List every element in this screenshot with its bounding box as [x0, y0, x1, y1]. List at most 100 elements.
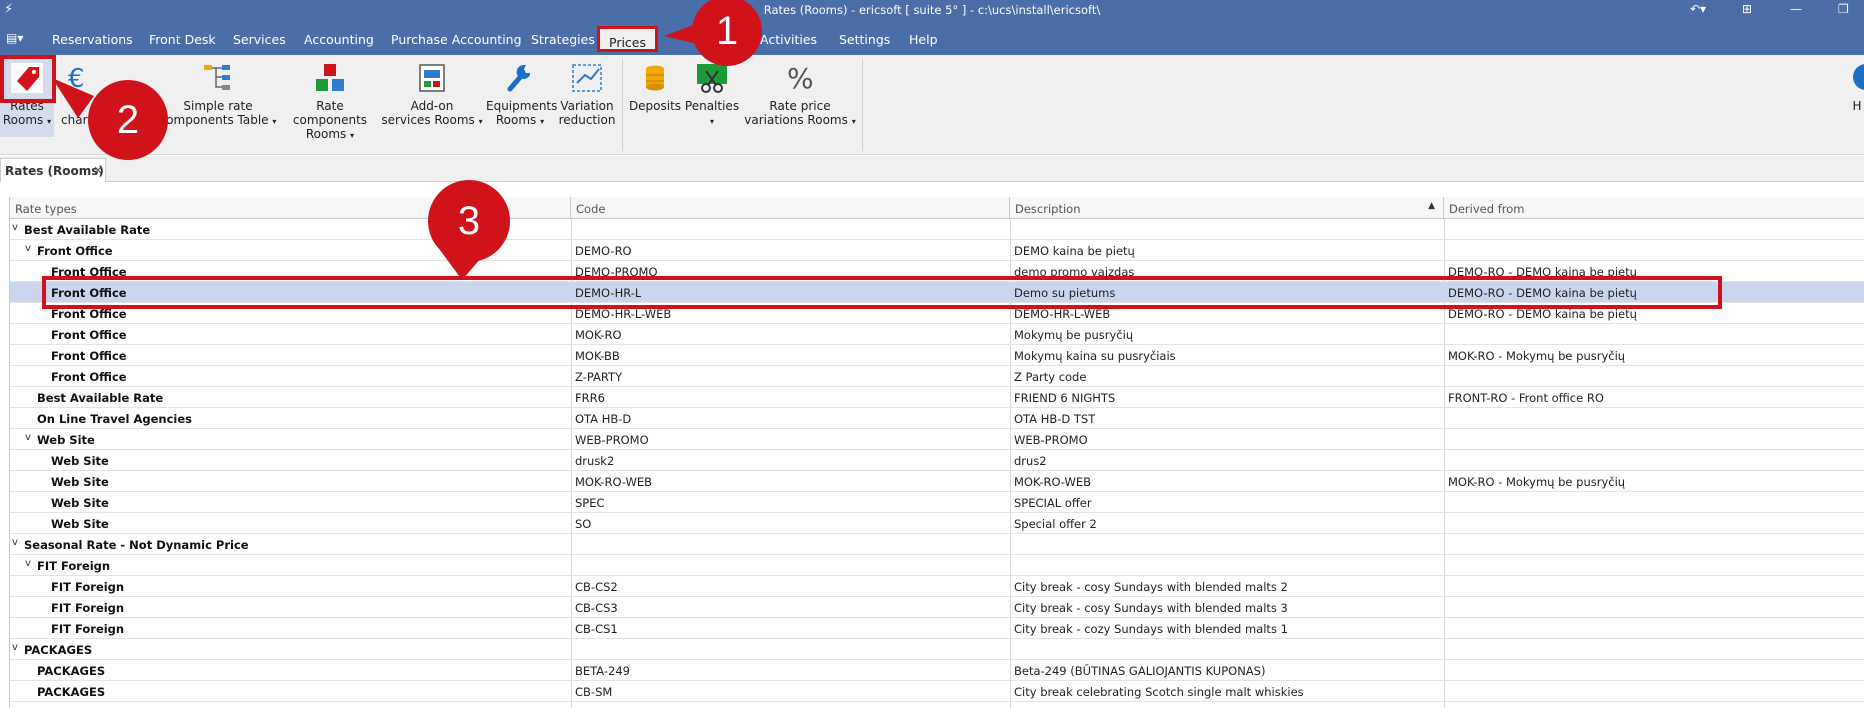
column-header-code[interactable]: Code	[571, 197, 1010, 219]
close-tab-icon[interactable]: ×	[93, 163, 103, 177]
table-row[interactable]: v Front Office DEMO-RO DEMO kaina be pietų	[10, 240, 1864, 261]
menu-strategies[interactable]: Strategies	[531, 32, 595, 47]
table-row[interactable]: Front Office MOK-RO Mokymų be pusryčių	[10, 324, 1864, 345]
menu-settings[interactable]: Settings	[839, 32, 890, 47]
rates-grid: Rate types Code Description ▲ Derived fr…	[9, 197, 1864, 708]
cell-rate-type: Web Site	[51, 517, 109, 531]
cell-rate-type: Front Office	[37, 244, 113, 258]
expand-toggle-icon[interactable]: v	[12, 222, 18, 233]
cell-code: MOK-RO	[575, 328, 622, 342]
svg-text:%: %	[787, 62, 814, 95]
table-row[interactable]: Front Office MOK-BB Mokymų kaina su pusryč…	[10, 345, 1864, 366]
back-arrow-icon[interactable]: ↶▾	[1690, 2, 1706, 16]
layout-icon[interactable]: ⊞	[1742, 2, 1752, 16]
menu-purchase-accounting[interactable]: Purchase Accounting	[391, 32, 522, 47]
cell-description: Mokymų be pusryčių	[1014, 328, 1134, 342]
cell-description: Special offer 2	[1014, 517, 1097, 531]
coins-icon	[646, 65, 664, 91]
addon-icon	[419, 64, 445, 92]
highlight-selected-row	[42, 276, 1722, 309]
cell-description: Z Party code	[1014, 370, 1087, 384]
cell-code: WEB-PROMO	[575, 433, 649, 447]
table-row[interactable]: v Best Available Rate	[10, 219, 1864, 240]
table-row[interactable]: v FIT Foreign	[10, 555, 1864, 576]
cell-description: FRIEND 6 NIGHTS	[1014, 391, 1116, 405]
table-row[interactable]: PACKAGES CB-SM City break celebrating Scot…	[10, 681, 1864, 702]
expand-toggle-icon[interactable]: v	[12, 642, 18, 653]
table-row[interactable]: v Seasonal Rate - Not Dynamic Price	[10, 534, 1864, 555]
menu-bar: ▤▾ Reservations Front Desk Services Acco…	[0, 21, 1864, 55]
table-row[interactable]: Web Site MOK-RO-WEB MOK-RO-WEB MOK-RO - Mok…	[10, 471, 1864, 492]
cell-rate-type: Front Office	[51, 370, 127, 384]
cell-rate-type: On Line Travel Agencies	[37, 412, 193, 426]
expand-toggle-icon[interactable]: v	[25, 558, 31, 569]
table-row[interactable]: FIT Foreign CB-CS2 City break - cosy Sunda…	[10, 576, 1864, 597]
table-row[interactable]: On Line Travel Agencies OTA HB-D OTA HB-D …	[10, 408, 1864, 429]
menu-accounting[interactable]: Accounting	[304, 32, 374, 47]
table-row[interactable]: Web Site SPEC SPECIAL offer	[10, 492, 1864, 513]
help-button[interactable]: H	[1850, 61, 1864, 113]
cell-derived-from: DEMO-RO - DEMO kaina be pietų	[1448, 307, 1637, 321]
addon-services-rooms-button[interactable]: Add-on services Rooms ▾	[380, 61, 484, 129]
penalties-button[interactable]: Penalties ▾	[684, 61, 740, 129]
cell-rate-type: Web Site	[37, 433, 95, 447]
cell-rate-type: FIT Foreign	[51, 580, 125, 594]
menu-help[interactable]: Help	[909, 32, 938, 47]
table-row[interactable]: Web Site drusk2 drus2	[10, 450, 1864, 471]
cell-code: CB-CS1	[575, 622, 618, 636]
table-row[interactable]: Web Site SO Special offer 2	[10, 513, 1864, 534]
document-tab-strip: Rates (Rooms) ×	[0, 156, 1864, 182]
cell-rate-type: FIT Foreign	[51, 622, 125, 636]
table-row[interactable]: FIT Foreign CB-CS1 City break - cozy Sunda…	[10, 618, 1864, 639]
minimize-button[interactable]: —	[1790, 2, 1802, 16]
column-header-description[interactable]: Description ▲	[1010, 197, 1444, 219]
equipments-rooms-button[interactable]: Equipments Rooms ▾	[486, 61, 557, 129]
euro-icon: €	[68, 64, 85, 94]
scissors-icon	[697, 64, 727, 93]
expand-toggle-icon[interactable]: v	[25, 432, 31, 443]
window-title: Rates (Rooms) - ericsoft [ suite 5° ] - …	[763, 3, 1101, 17]
table-row[interactable]: Front Office Z-PARTY Z Party code	[10, 366, 1864, 387]
cell-description: OTA HB-D TST	[1014, 412, 1096, 426]
expand-toggle-icon[interactable]: v	[12, 537, 18, 548]
cell-code: SO	[575, 517, 592, 531]
cell-rate-type: PACKAGES	[24, 643, 93, 657]
restore-button[interactable]: ❐	[1838, 2, 1849, 16]
deposits-button[interactable]: Deposits	[628, 61, 682, 113]
menu-reservations[interactable]: Reservations	[52, 32, 133, 47]
menu-activities[interactable]: Activities	[760, 32, 817, 47]
cell-code: Z-PARTY	[575, 370, 623, 384]
cell-rate-type: FIT Foreign	[37, 559, 111, 573]
cell-description: WEB-PROMO	[1014, 433, 1088, 447]
column-header-derived-from[interactable]: Derived from	[1444, 197, 1864, 219]
cell-code: SPEC	[575, 496, 605, 510]
table-row[interactable]: FIT Foreign CB-CS3 City break - cosy Sunda…	[10, 597, 1864, 618]
table-row[interactable]: Best Available Rate FRR6 FRIEND 6 NIGHTS FR…	[10, 387, 1864, 408]
expand-toggle-icon[interactable]: v	[25, 243, 31, 254]
app-menu-icon[interactable]: ▤▾	[6, 31, 23, 45]
table-row[interactable]: PACKAGES BETA-249 Beta-249 (BŪTINAS GALIOJ…	[10, 660, 1864, 681]
cell-rate-type: Front Office	[51, 349, 127, 363]
cell-description: DEMO kaina be pietų	[1014, 244, 1135, 258]
cell-description: Beta-249 (BŪTINAS GALIOJANTIS KUPONAS)	[1014, 664, 1266, 678]
menu-prices[interactable]: Prices	[597, 26, 659, 52]
cell-description: City break celebrating Scotch single mal…	[1014, 685, 1304, 699]
table-row[interactable]: v PACKAGES	[10, 639, 1864, 660]
variation-reduction-button[interactable]: Variation reduction	[556, 61, 618, 127]
sort-ascending-icon: ▲	[1428, 201, 1435, 211]
menu-front-desk[interactable]: Front Desk	[149, 32, 216, 47]
simple-rate-components-button[interactable]: Simple rate components Table ▾	[158, 61, 278, 129]
rate-components-rooms-button[interactable]: Rate components Rooms ▾	[280, 61, 380, 143]
tab-rates-rooms[interactable]: Rates (Rooms) ×	[0, 158, 106, 182]
cell-derived-from: MOK-RO - Mokymų be pusryčių	[1448, 475, 1626, 489]
rate-price-variations-button[interactable]: % Rate price variations Rooms ▾	[742, 61, 858, 129]
cell-description: DEMO-HR-L-WEB	[1014, 307, 1111, 321]
ribbon-separator	[862, 59, 863, 151]
cell-derived-from: MOK-RO - Mokymų be pusryčių	[1448, 349, 1626, 363]
title-bar: ⚡ Rates (Rooms) - ericsoft [ suite 5° ] …	[0, 0, 1864, 21]
cell-rate-type: PACKAGES	[37, 664, 106, 678]
menu-services[interactable]: Services	[233, 32, 286, 47]
table-row[interactable]: v Web Site WEB-PROMO WEB-PROMO	[10, 429, 1864, 450]
percent-icon: %	[787, 62, 814, 95]
cell-code: MOK-RO-WEB	[575, 475, 653, 489]
